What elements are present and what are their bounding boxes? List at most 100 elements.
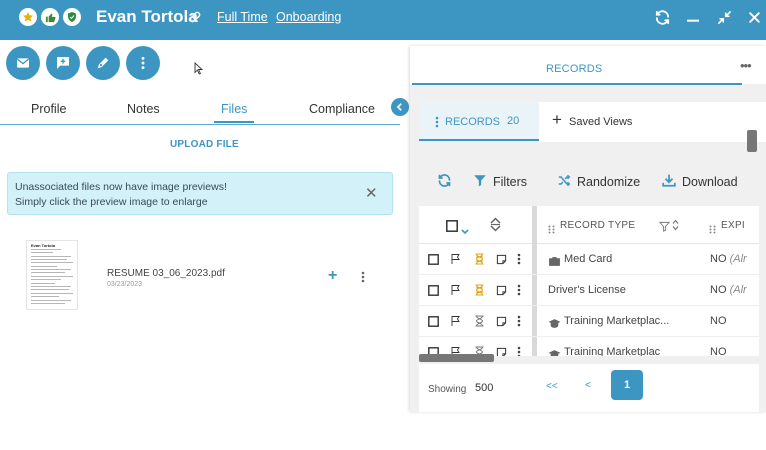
previous-page-button[interactable]: < <box>585 380 591 391</box>
email-icon <box>16 58 30 68</box>
expiration-note: (Alr <box>729 284 747 296</box>
link-icon[interactable] <box>188 10 202 29</box>
filter-icon <box>473 173 487 193</box>
row-checkbox[interactable] <box>428 252 439 270</box>
table-row[interactable]: Driver's License NO (Alr <box>419 275 759 306</box>
note-icon[interactable] <box>496 283 507 301</box>
record-type-cell: Training Marketplac... <box>564 315 670 327</box>
more-actions-button[interactable] <box>126 46 160 80</box>
flag-icon[interactable] <box>450 314 462 332</box>
first-page-button[interactable]: << <box>546 381 558 392</box>
tab-saved-views[interactable]: + Saved Views <box>539 102 766 142</box>
tab-files[interactable]: Files <box>221 101 247 117</box>
tab-records[interactable]: RECORDS 20 <box>419 102 539 142</box>
chevron-left-icon <box>396 103 402 111</box>
column-record-type[interactable]: RECORD TYPE <box>560 220 635 231</box>
expiration-cell: NO <box>710 346 727 356</box>
expiration-value: NO <box>710 346 727 356</box>
records-tab-label: RECORDS <box>445 116 501 128</box>
refresh-icon[interactable] <box>652 8 672 26</box>
star-icon[interactable] <box>19 8 37 26</box>
add-file-button[interactable]: + <box>328 268 337 284</box>
download-button[interactable]: Download <box>682 174 738 190</box>
randomize-button[interactable]: Randomize <box>577 174 640 190</box>
page-size-select[interactable]: 500 <box>475 382 493 394</box>
collapse-icon[interactable] <box>714 8 734 26</box>
flag-icon[interactable] <box>450 252 462 270</box>
status-link[interactable]: Onboarding <box>276 9 341 25</box>
shield-check-icon[interactable] <box>63 8 81 26</box>
horizontal-scrollbar[interactable] <box>419 354 494 362</box>
record-type-cell: Med Card <box>564 253 613 265</box>
active-tab-indicator <box>214 121 254 123</box>
column-expiration[interactable]: EXPI <box>721 220 745 231</box>
collapse-panel-button[interactable] <box>391 98 409 116</box>
column-filter-icon[interactable] <box>658 219 671 237</box>
filters-button[interactable]: Filters <box>493 174 527 190</box>
more-vertical-icon[interactable] <box>517 314 521 332</box>
sort-icon[interactable] <box>490 217 501 237</box>
drag-handle-icon[interactable] <box>548 221 555 239</box>
grid-header: RECORD TYPE EXPI <box>419 206 759 244</box>
more-vertical-icon[interactable] <box>517 345 521 356</box>
message-button[interactable] <box>46 46 80 80</box>
edit-button[interactable] <box>86 46 120 80</box>
mouse-cursor-icon <box>194 61 204 80</box>
close-icon[interactable]: ✕ <box>365 186 378 201</box>
row-checkbox[interactable] <box>428 314 439 332</box>
message-icon <box>57 57 69 69</box>
expiration-value: NO <box>710 315 727 327</box>
shuffle-icon <box>557 173 571 193</box>
upload-file-button[interactable]: UPLOAD FILE <box>170 139 239 150</box>
tab-profile[interactable]: Profile <box>31 101 66 117</box>
more-vertical-icon[interactable] <box>517 252 521 270</box>
pagination-bar: Showing 500 << < 1 <box>419 364 759 412</box>
column-sort-icon[interactable] <box>672 218 679 236</box>
records-count-badge: 20 <box>507 115 520 127</box>
file-date: 03/23/2023 <box>107 281 143 288</box>
current-page-button[interactable]: 1 <box>611 370 643 400</box>
tab-compliance[interactable]: Compliance <box>309 101 375 117</box>
table-row[interactable]: Med Card NO (Alr <box>419 244 759 275</box>
plus-icon: + <box>552 110 562 129</box>
expiration-cell: NO (Alr <box>710 253 747 265</box>
refresh-records-icon[interactable] <box>437 173 452 193</box>
employment-type-link[interactable]: Full Time <box>217 9 268 25</box>
more-vertical-icon[interactable] <box>361 270 365 288</box>
profile-header: Evan Tortola Full Time Onboarding <box>0 0 766 40</box>
chevron-down-icon[interactable] <box>461 222 469 240</box>
note-icon[interactable] <box>496 345 507 356</box>
records-panel: RECORDS ••• RECORDS 20 + Saved Views Fil… <box>410 46 766 412</box>
select-all-checkbox[interactable] <box>446 219 458 237</box>
graduation-cap-icon <box>548 316 561 334</box>
file-name[interactable]: RESUME 03_06_2023.pdf <box>107 268 225 280</box>
minimize-icon[interactable] <box>683 8 703 26</box>
showing-label: Showing <box>428 384 467 395</box>
more-vertical-icon[interactable] <box>435 115 439 133</box>
info-line-2: Simply click the preview image to enlarg… <box>15 196 208 208</box>
more-vertical-icon[interactable] <box>517 283 521 301</box>
note-icon[interactable] <box>496 252 507 270</box>
row-checkbox[interactable] <box>428 283 439 301</box>
record-type-cell: Driver's License <box>548 284 626 296</box>
file-preview-thumbnail[interactable]: Evan Tortola <box>26 240 78 310</box>
person-name: Evan Tortola <box>96 7 198 26</box>
note-icon[interactable] <box>496 314 507 332</box>
hourglass-icon <box>474 283 485 301</box>
table-row[interactable]: Training Marketplac... NO <box>419 306 759 337</box>
records-grid: RECORD TYPE EXPI Med Card NO (Alr Driver's… <box>419 206 759 356</box>
email-button[interactable] <box>6 46 40 80</box>
expiration-value: NO <box>710 284 727 296</box>
tab-notes[interactable]: Notes <box>127 101 160 117</box>
medical-card-icon <box>548 254 561 272</box>
thumbs-up-icon[interactable] <box>41 8 59 26</box>
vertical-scrollbar[interactable] <box>747 130 757 152</box>
download-icon <box>662 173 676 193</box>
more-vertical-icon <box>141 56 145 70</box>
records-panel-header: RECORDS ••• <box>410 46 766 85</box>
drag-handle-icon[interactable] <box>709 221 716 239</box>
more-horizontal-icon[interactable]: ••• <box>740 58 752 73</box>
hourglass-icon <box>474 252 485 270</box>
flag-icon[interactable] <box>450 283 462 301</box>
close-icon[interactable] <box>744 8 764 26</box>
